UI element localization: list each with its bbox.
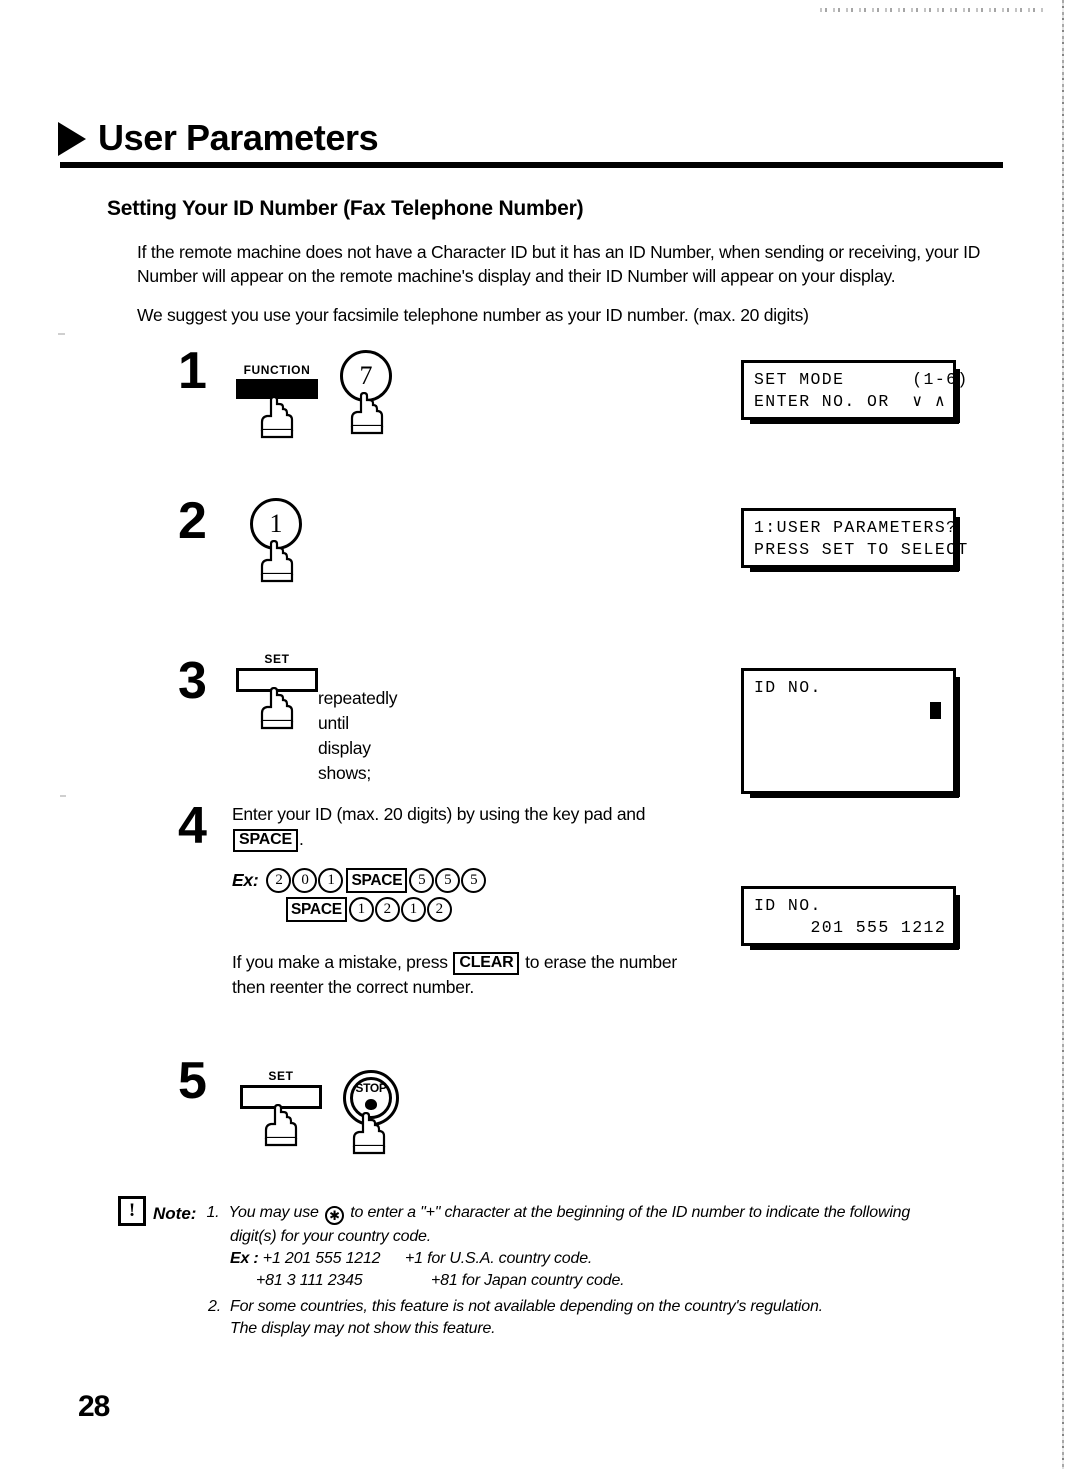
scan-edge-right bbox=[1062, 0, 1064, 1469]
clear-key-inline[interactable]: CLEAR bbox=[453, 952, 520, 975]
note-item-2-line-2: The display may not show this feature. bbox=[230, 1320, 496, 1337]
lcd-line-1: SET MODE (1-6) bbox=[754, 370, 969, 389]
intro-paragraph-1: If the remote machine does not have a Ch… bbox=[137, 242, 981, 286]
asterisk-key-icon[interactable]: ✱ bbox=[325, 1206, 345, 1225]
pressing-hand-icon bbox=[260, 540, 294, 583]
mistake-text-part-2: to erase the number bbox=[525, 952, 677, 972]
example-key[interactable]: 1 bbox=[400, 897, 426, 922]
lcd-display-step-3: ID NO. bbox=[741, 668, 960, 798]
stop-key-dot-icon bbox=[365, 1099, 377, 1110]
step-4-example: Ex: 2 0 1 SPACE 5 5 5 SPACE 1 2 1 2 bbox=[232, 868, 487, 926]
note-body: digit(s) for your country code. Ex : +1 … bbox=[208, 1226, 1018, 1340]
lcd-line-2 bbox=[754, 699, 943, 787]
example-key[interactable]: 5 bbox=[409, 868, 435, 893]
note-item-1: 1. You may use ✱ to enter a "+" characte… bbox=[206, 1202, 1018, 1226]
step-1-number: 1 bbox=[178, 342, 207, 400]
note-item-1-line-2: digit(s) for your country code. bbox=[230, 1228, 431, 1245]
step-4-mistake-note: If you make a mistake, press CLEAR to er… bbox=[232, 950, 732, 1000]
lcd-cursor-block bbox=[930, 702, 941, 719]
page-header: User Parameters bbox=[58, 118, 1003, 168]
set-key-label: SET bbox=[264, 652, 290, 666]
example-row-1: Ex: 2 0 1 SPACE 5 5 5 bbox=[232, 868, 487, 893]
pressing-hand-icon bbox=[350, 392, 384, 435]
note-item-1-line-1: 1. You may use ✱ to enter a "+" characte… bbox=[206, 1202, 1018, 1225]
mistake-text-line-2: then reenter the correct number. bbox=[232, 977, 474, 997]
example-key[interactable]: 5 bbox=[461, 868, 487, 893]
mistake-text-part-1: If you make a mistake, press bbox=[232, 952, 448, 972]
example-row-2: SPACE 1 2 1 2 bbox=[284, 897, 487, 922]
note-example-2-number: +81 3 111 2345 bbox=[256, 1272, 363, 1289]
exclamation-icon: ! bbox=[118, 1196, 146, 1226]
example-key[interactable]: 1 bbox=[318, 868, 344, 893]
example-key[interactable]: 5 bbox=[435, 868, 461, 893]
pressing-hand-icon bbox=[352, 1112, 386, 1155]
note-block: ! Note: 1. You may use ✱ to enter a "+" … bbox=[118, 1196, 1018, 1341]
step-3-instruction: repeatedly until display shows; bbox=[318, 688, 398, 783]
step-5-number: 5 bbox=[178, 1052, 207, 1110]
lcd-line-2: ENTER NO. OR ∨ ∧ bbox=[754, 392, 947, 411]
note-example-row-2: +81 3 111 2345 +81 for Japan country cod… bbox=[230, 1270, 1018, 1292]
note-item-2: 2. For some countries, this feature is n… bbox=[208, 1296, 1018, 1340]
note-item-1-marker: 1. bbox=[206, 1204, 220, 1221]
note-example-label: Ex : bbox=[230, 1250, 259, 1267]
note-item-2-line-1: For some countries, this feature is not … bbox=[230, 1298, 823, 1315]
intro-paragraph-2: We suggest you use your facsimile teleph… bbox=[137, 305, 809, 325]
section-heading: Setting Your ID Number (Fax Telephone Nu… bbox=[107, 197, 584, 220]
lcd-display-step-4: ID NO. 201 555 1212 bbox=[741, 886, 960, 950]
note-label: Note: bbox=[153, 1204, 197, 1223]
note-item-1-text: You may use ✱ to enter a "+" character a… bbox=[228, 1202, 1018, 1225]
lcd-display-step-1: SET MODE (1-6) ENTER NO. OR ∨ ∧ bbox=[741, 360, 969, 424]
lcd-line-1: 1:USER PARAMETERS? bbox=[754, 518, 958, 537]
example-key[interactable]: 2 bbox=[426, 897, 452, 922]
example-key[interactable]: 2 bbox=[266, 868, 292, 893]
set-key-label: SET bbox=[268, 1069, 294, 1083]
lcd-line-2: PRESS SET TO SELECT bbox=[754, 540, 969, 559]
example-key[interactable]: 1 bbox=[348, 897, 374, 922]
note-example-1-number: +1 201 555 1212 bbox=[262, 1250, 381, 1267]
triangle-arrow-icon bbox=[58, 122, 86, 156]
note-header: ! Note: 1. You may use ✱ to enter a "+" … bbox=[118, 1196, 1018, 1226]
space-key-inline[interactable]: SPACE bbox=[233, 829, 298, 852]
step-4-instruction: Enter your ID (max. 20 digits) by using … bbox=[232, 802, 712, 852]
pressing-hand-icon bbox=[260, 396, 294, 439]
step-3-number: 3 bbox=[178, 652, 207, 710]
function-key-label: FUNCTION bbox=[243, 363, 311, 377]
step-2-number: 2 bbox=[178, 492, 207, 550]
page-number: 28 bbox=[78, 1390, 110, 1423]
lcd-line-1: ID NO. bbox=[754, 678, 822, 697]
example-space-key[interactable]: SPACE bbox=[346, 868, 408, 893]
function-key[interactable]: FUNCTION bbox=[236, 364, 318, 399]
note-example-1-desc: +1 for U.S.A. country code. bbox=[405, 1250, 593, 1267]
example-key[interactable]: 2 bbox=[374, 897, 400, 922]
scan-speck bbox=[60, 795, 66, 797]
lcd-line-1: ID NO. bbox=[754, 896, 822, 915]
note-example-1: Ex : +1 201 555 1212 bbox=[230, 1248, 405, 1270]
note-item-1-text-part-1: You may use bbox=[228, 1204, 319, 1221]
note-example-2-desc: +81 for Japan country code. bbox=[431, 1272, 625, 1289]
scan-speck bbox=[58, 333, 65, 335]
pressing-hand-icon bbox=[260, 687, 294, 730]
example-space-key[interactable]: SPACE bbox=[286, 897, 347, 922]
lcd-line-2: 201 555 1212 bbox=[754, 918, 947, 937]
note-item-2-marker: 2. bbox=[208, 1298, 221, 1315]
step-4-instruction-text: Enter your ID (max. 20 digits) by using … bbox=[232, 804, 646, 824]
step-4-number: 4 bbox=[178, 797, 207, 855]
lcd-display-step-2: 1:USER PARAMETERS? PRESS SET TO SELECT bbox=[741, 508, 969, 572]
scan-edge-top bbox=[820, 8, 1045, 12]
page-title: User Parameters bbox=[98, 117, 379, 158]
header-divider bbox=[60, 162, 1003, 168]
step-4-instruction-period: . bbox=[298, 829, 304, 849]
note-item-1-text-part-2: to enter a "+" character at the beginnin… bbox=[350, 1204, 911, 1221]
note-item-2-text: For some countries, this feature is not … bbox=[230, 1296, 1018, 1340]
stop-key-label: STOP bbox=[355, 1081, 387, 1095]
example-label: Ex: bbox=[232, 870, 259, 890]
example-key[interactable]: 0 bbox=[292, 868, 318, 893]
pressing-hand-icon bbox=[264, 1104, 298, 1147]
note-example-row-1: Ex : +1 201 555 1212 +1 for U.S.A. count… bbox=[230, 1248, 1018, 1270]
